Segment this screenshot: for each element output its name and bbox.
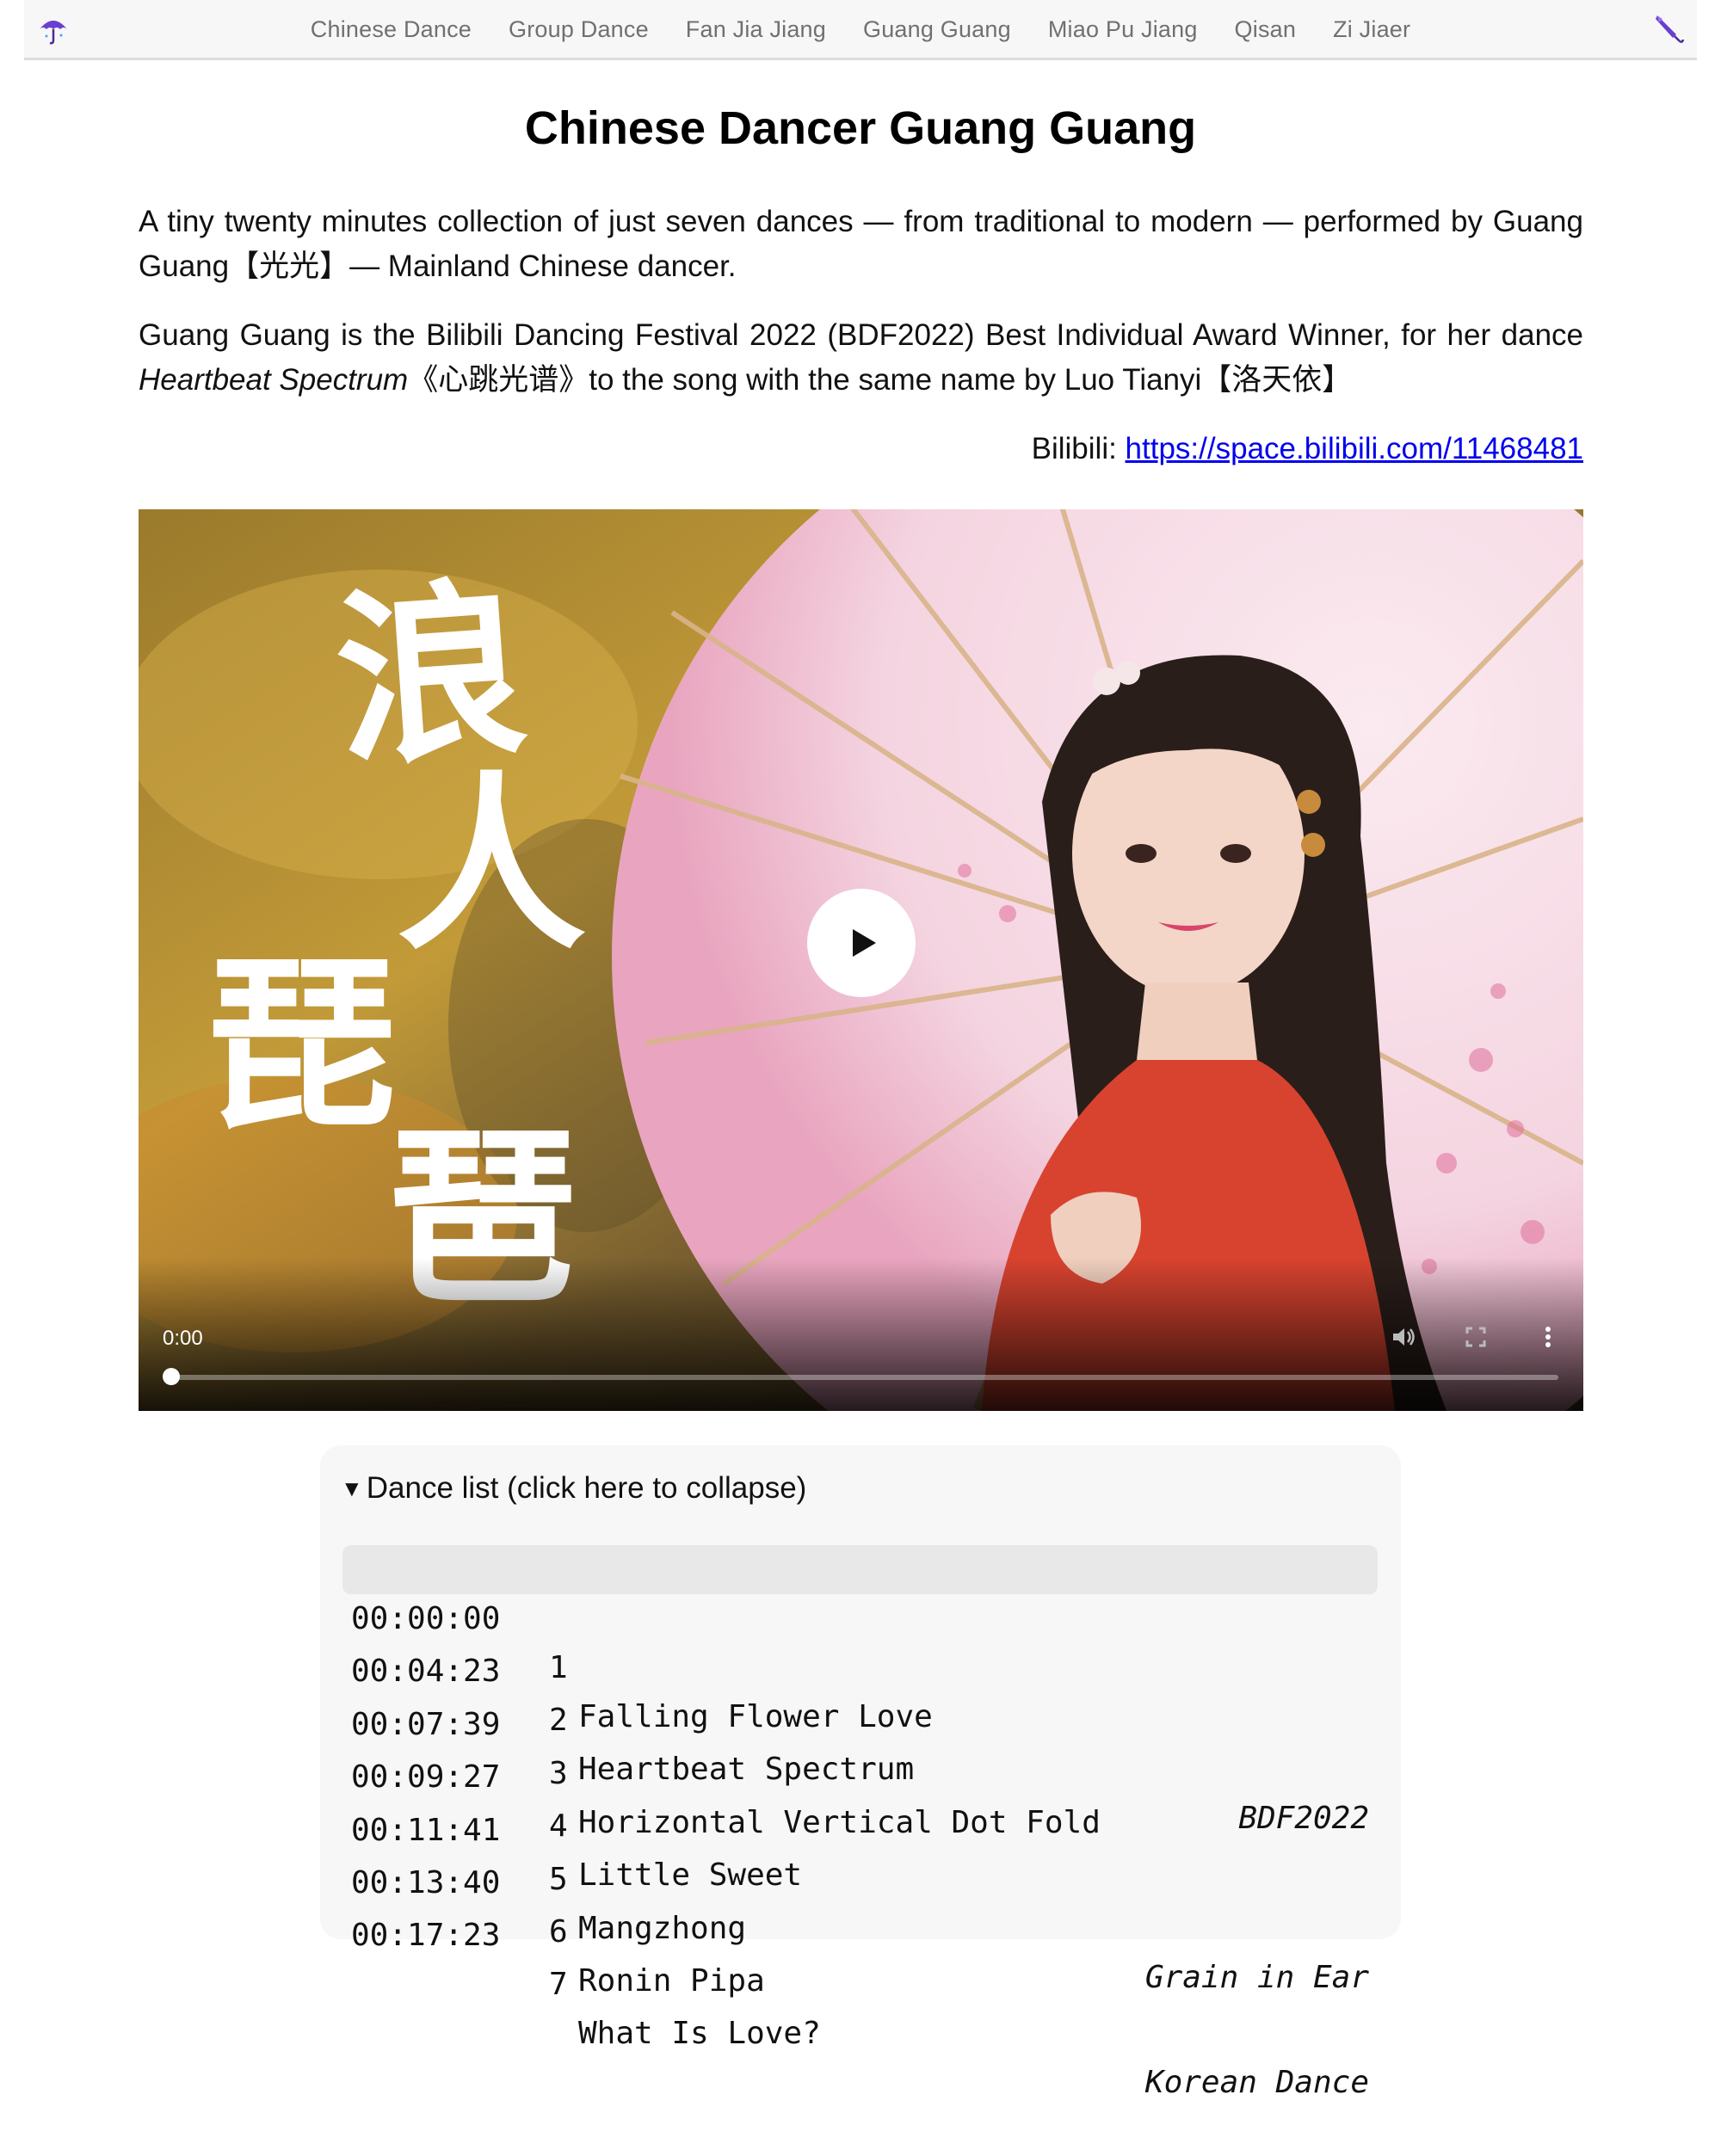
more-vert-icon[interactable] [1533,1321,1564,1352]
dance-name: What Is Love? [578,2016,821,2052]
page-title: Chinese Dancer Guang Guang [524,102,1197,154]
video-player[interactable]: 浪 人 琵 琶 0:00 [139,509,1583,1411]
dance-list-toggle[interactable]: ▼ Dance list (click here to collapse) [341,1471,806,1506]
dance-name: Ronin Pipa [578,1962,765,1999]
dance-row[interactable]: 00:04:23 2 Heartbeat Spectrum BDF2022 [342,1598,1378,1836]
dance-row[interactable]: 00:07:39 3 Horizontal Vertical Dot Fold [342,1651,1378,1840]
nav-link-guang-guang[interactable]: Guang Guang [863,16,1011,43]
dance-timestamp: 00:17:23 [351,1918,501,1954]
current-time: 0:00 [163,1327,203,1350]
nav-link-qisan[interactable]: Qisan [1235,16,1297,43]
dance-row[interactable]: 00:13:40 6 Ronin Pipa [342,1809,1378,1999]
award-text-after: 《心跳光谱》to the song with the same name by … [408,363,1353,397]
award-text-before: Guang Guang is the Bilibili Dancing Fest… [139,318,1583,352]
dance-list-summary: Dance list (click here to collapse) [366,1471,807,1505]
dance-name: Mangzhong [578,1910,747,1946]
bilibili-label: Bilibili: [1031,432,1126,465]
progress-thumb[interactable] [163,1368,180,1385]
dance-note: Grain in Ear [1144,1959,1369,1995]
fullscreen-icon[interactable] [1460,1321,1491,1352]
nav-links: Chinese Dance Group Dance Fan Jia Jiang … [24,0,1697,59]
bilibili-line: Bilibili: https://space.bilibili.com/114… [139,427,1583,471]
nav-link-chinese-dance[interactable]: Chinese Dance [311,16,472,43]
dance-row[interactable]: 00:09:27 4 Little Sweet [342,1703,1378,1893]
dance-number: 6 [549,1913,568,1950]
play-icon [853,929,876,957]
dance-note: Korean Dance [1144,2065,1369,2101]
svg-text:琵: 琵 [207,933,397,1156]
progress-bar[interactable] [171,1375,1558,1380]
dance-number: 7 [549,1967,568,2003]
dance-row[interactable]: 00:17:23 7 What Is Love? Korean Dance [342,1862,1378,2100]
nav-link-miao-pu-jiang[interactable]: Miao Pu Jiang [1048,16,1198,43]
dance-row[interactable]: 00:11:41 5 Mangzhong Grain in Ear [342,1757,1378,1995]
dance-list: ▼ Dance list (click here to collapse) 00:… [320,1445,1401,2100]
svg-text:人: 人 [397,753,586,976]
volume-icon[interactable] [1388,1321,1419,1352]
nav-link-zi-jiaer[interactable]: Zi Jiaer [1333,16,1410,43]
intro-paragraph: A tiny twenty minutes collection of just… [139,205,1583,283]
closed-umbrella-icon[interactable] [1650,10,1685,45]
award-paragraph: Guang Guang is the Bilibili Dancing Fest… [139,313,1583,403]
nav-link-fan-jia-jiang[interactable]: Fan Jia Jiang [686,16,826,43]
play-button[interactable] [807,889,916,997]
top-nav-bar: Chinese Dance Group Dance Fan Jia Jiang … [24,0,1697,60]
nav-link-group-dance[interactable]: Group Dance [509,16,649,43]
bilibili-link[interactable]: https://space.bilibili.com/11468481 [1126,432,1583,465]
dance-row[interactable]: 00:00:00 1 Falling Flower Love [342,1545,1378,1734]
triangle-down-icon: ▼ [341,1475,363,1501]
dance-rows: 00:00:00 1 Falling Flower Love 00:04:23 … [342,1545,1378,2100]
award-dance-title: Heartbeat Spectrum [139,363,409,397]
